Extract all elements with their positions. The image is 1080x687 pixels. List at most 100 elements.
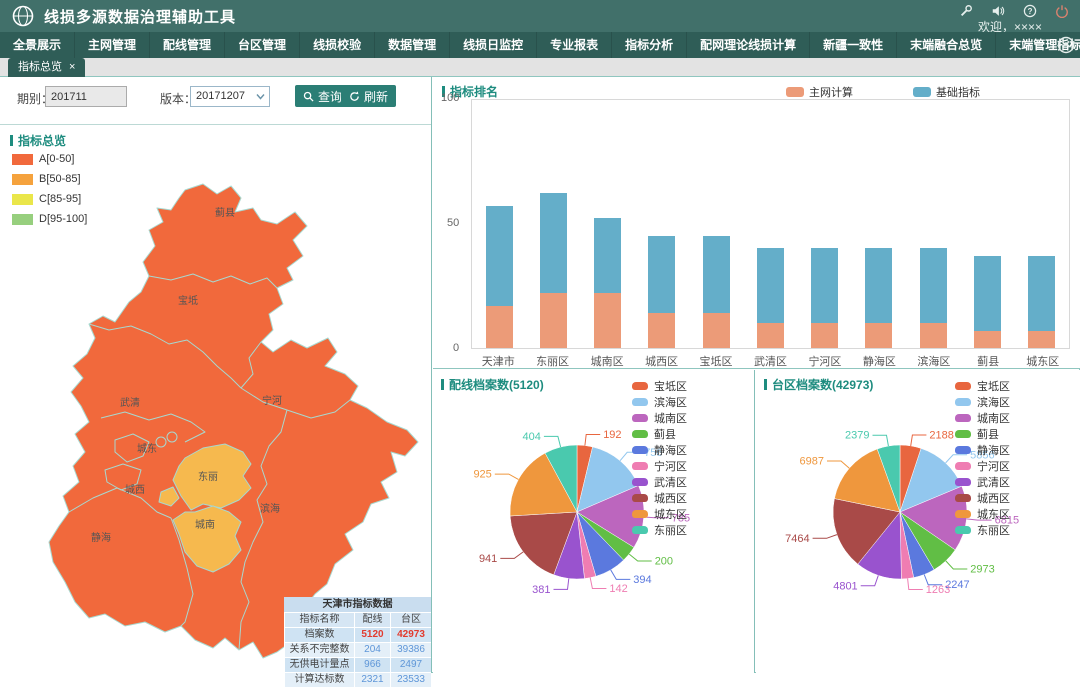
bar-segment-main xyxy=(703,313,730,348)
nav-item-6[interactable]: 线损日监控 xyxy=(450,32,537,58)
nav-item-3[interactable]: 台区管理 xyxy=(225,32,300,58)
nav-item-1[interactable]: 主网管理 xyxy=(75,32,150,58)
bar-segment-base xyxy=(865,248,892,323)
pie-label-line xyxy=(495,474,519,479)
stats-row-name: 无供电计量点 xyxy=(284,658,354,672)
tab-strip: 指标总览× xyxy=(0,58,1080,77)
wrench-icon[interactable] xyxy=(958,4,974,18)
pie-value-label: 200 xyxy=(655,556,673,568)
pie-legend-swatch xyxy=(632,382,648,390)
bar-segment-main xyxy=(811,323,838,348)
bar-segment-main xyxy=(540,293,567,348)
pie-value-label: 2379 xyxy=(845,430,869,442)
nav-item-11[interactable]: 末端融合总览 xyxy=(897,32,996,58)
bar-legend-基础指标: 基础指标 xyxy=(913,84,980,100)
pie-legend-swatch xyxy=(632,510,648,518)
bar-城东区 xyxy=(1015,100,1069,348)
grade-swatch xyxy=(12,194,33,205)
bar-城西区 xyxy=(635,100,689,348)
bar-segment-base xyxy=(540,193,567,293)
stats-table-header: 指标名称配线台区 xyxy=(284,612,431,627)
pie-value-label: 7464 xyxy=(785,533,809,545)
pie-legend-swatch xyxy=(955,382,971,390)
help-icon[interactable]: ? xyxy=(1022,4,1038,18)
pie-legend-静海区: 静海区 xyxy=(955,442,1010,458)
stats-row-name: 关系不完整数 xyxy=(284,643,354,657)
pie-legend-label: 城西区 xyxy=(977,490,1010,506)
bar-蓟县 xyxy=(960,100,1014,348)
map-region-label: 城东 xyxy=(137,442,157,455)
stats-row-name: 计算达标数 xyxy=(284,673,354,687)
stats-header-cell: 指标名称 xyxy=(284,613,354,627)
bar-武清区 xyxy=(743,100,797,348)
bar-x-label: 城南区 xyxy=(580,353,634,369)
main-content: 期别： 版本： 20171207 查询 刷新 指标总览 A[0-50]B[50-… xyxy=(0,77,1080,673)
bar-x-label: 滨海区 xyxy=(907,353,961,369)
pie-legend-swatch xyxy=(955,414,971,422)
map-region-label: 武清 xyxy=(120,396,140,409)
pie-label-line xyxy=(585,435,600,446)
svg-text:?: ? xyxy=(1028,7,1033,16)
pie-legend-label: 滨海区 xyxy=(654,394,687,410)
nav-item-2[interactable]: 配线管理 xyxy=(150,32,225,58)
bar-segment-main xyxy=(865,323,892,348)
bar-宝坻区 xyxy=(689,100,743,348)
tianjin-map[interactable]: 蓟县宝坻武清宁河城东东丽城西城南滨海静海 xyxy=(45,180,425,666)
pie-legend-东丽区: 东丽区 xyxy=(632,522,687,538)
nav-item-4[interactable]: 线损校验 xyxy=(300,32,375,58)
pie-label-line xyxy=(827,461,849,468)
pie-legend-swatch xyxy=(955,478,971,486)
stats-row-value: 42973 xyxy=(390,628,431,642)
pie-legend-label: 滨海区 xyxy=(977,394,1010,410)
pie-value-label: 6987 xyxy=(800,456,824,468)
nav-item-10[interactable]: 新疆一致性 xyxy=(810,32,897,58)
tab-indicator-overview[interactable]: 指标总览× xyxy=(8,58,85,77)
pie-legend-城东区: 城东区 xyxy=(632,506,687,522)
query-bar: 期别： 版本： 20171207 查询 刷新 xyxy=(0,77,431,125)
pie-legend-滨海区: 滨海区 xyxy=(955,394,1010,410)
bar-x-label: 宁河区 xyxy=(798,353,852,369)
station-pie-legend: 宝坻区滨海区城南区蓟县静海区宁河区武清区城西区城东区东丽区 xyxy=(955,378,1010,538)
titlebar: 线损多源数据治理辅助工具 ? 欢迎，×××× xyxy=(0,0,1080,32)
bar-静海区 xyxy=(852,100,906,348)
stats-row-value: 23533 xyxy=(390,673,431,687)
refresh-button[interactable]: 刷新 xyxy=(341,85,396,107)
bar-x-label: 东丽区 xyxy=(525,353,579,369)
version-select[interactable]: 20171207 xyxy=(190,86,270,107)
map-region-label: 滨海 xyxy=(260,502,280,515)
nav-item-0[interactable]: 全景展示 xyxy=(0,32,75,58)
stats-row-3: 计算达标数232123533 xyxy=(284,672,431,687)
pie-label-line xyxy=(873,435,889,446)
nav-item-5[interactable]: 数据管理 xyxy=(375,32,450,58)
power-icon[interactable] xyxy=(1054,4,1070,18)
pie-legend-宝坻区: 宝坻区 xyxy=(632,378,687,394)
pie-label-line xyxy=(554,579,569,590)
pie-legend-swatch xyxy=(632,478,648,486)
bar-x-label: 蓟县 xyxy=(961,353,1015,369)
bar-segment-base xyxy=(757,248,784,323)
bar-x-label: 城东区 xyxy=(1016,353,1070,369)
tab-close-icon[interactable]: × xyxy=(69,61,75,73)
nav-item-7[interactable]: 专业报表 xyxy=(537,32,612,58)
bar-segment-main xyxy=(974,331,1001,349)
pie-legend-label: 城东区 xyxy=(654,506,687,522)
period-input[interactable] xyxy=(45,86,127,107)
pie-value-label: 381 xyxy=(532,584,550,596)
search-icon xyxy=(303,91,314,102)
bar-城南区 xyxy=(581,100,635,348)
pie-label-line xyxy=(544,436,561,447)
pie-label-line xyxy=(500,552,523,559)
city-stats-table: 天津市指标数据指标名称配线台区档案数512042973关系不完整数2043938… xyxy=(284,597,431,687)
pie-legend-label: 城东区 xyxy=(977,506,1010,522)
collapse-up-icon[interactable] xyxy=(1057,36,1075,54)
sound-icon[interactable] xyxy=(990,4,1006,18)
pie-legend-swatch xyxy=(632,414,648,422)
chevron-down-icon xyxy=(256,93,265,100)
nav-item-8[interactable]: 指标分析 xyxy=(612,32,687,58)
nav-item-9[interactable]: 配网理论线损计算 xyxy=(687,32,810,58)
pie-legend-swatch xyxy=(955,398,971,406)
pie-label-line xyxy=(946,561,968,569)
bar-legend-swatch xyxy=(786,87,804,97)
stats-header-cell: 配线 xyxy=(354,613,390,627)
stats-row-value: 966 xyxy=(354,658,390,672)
